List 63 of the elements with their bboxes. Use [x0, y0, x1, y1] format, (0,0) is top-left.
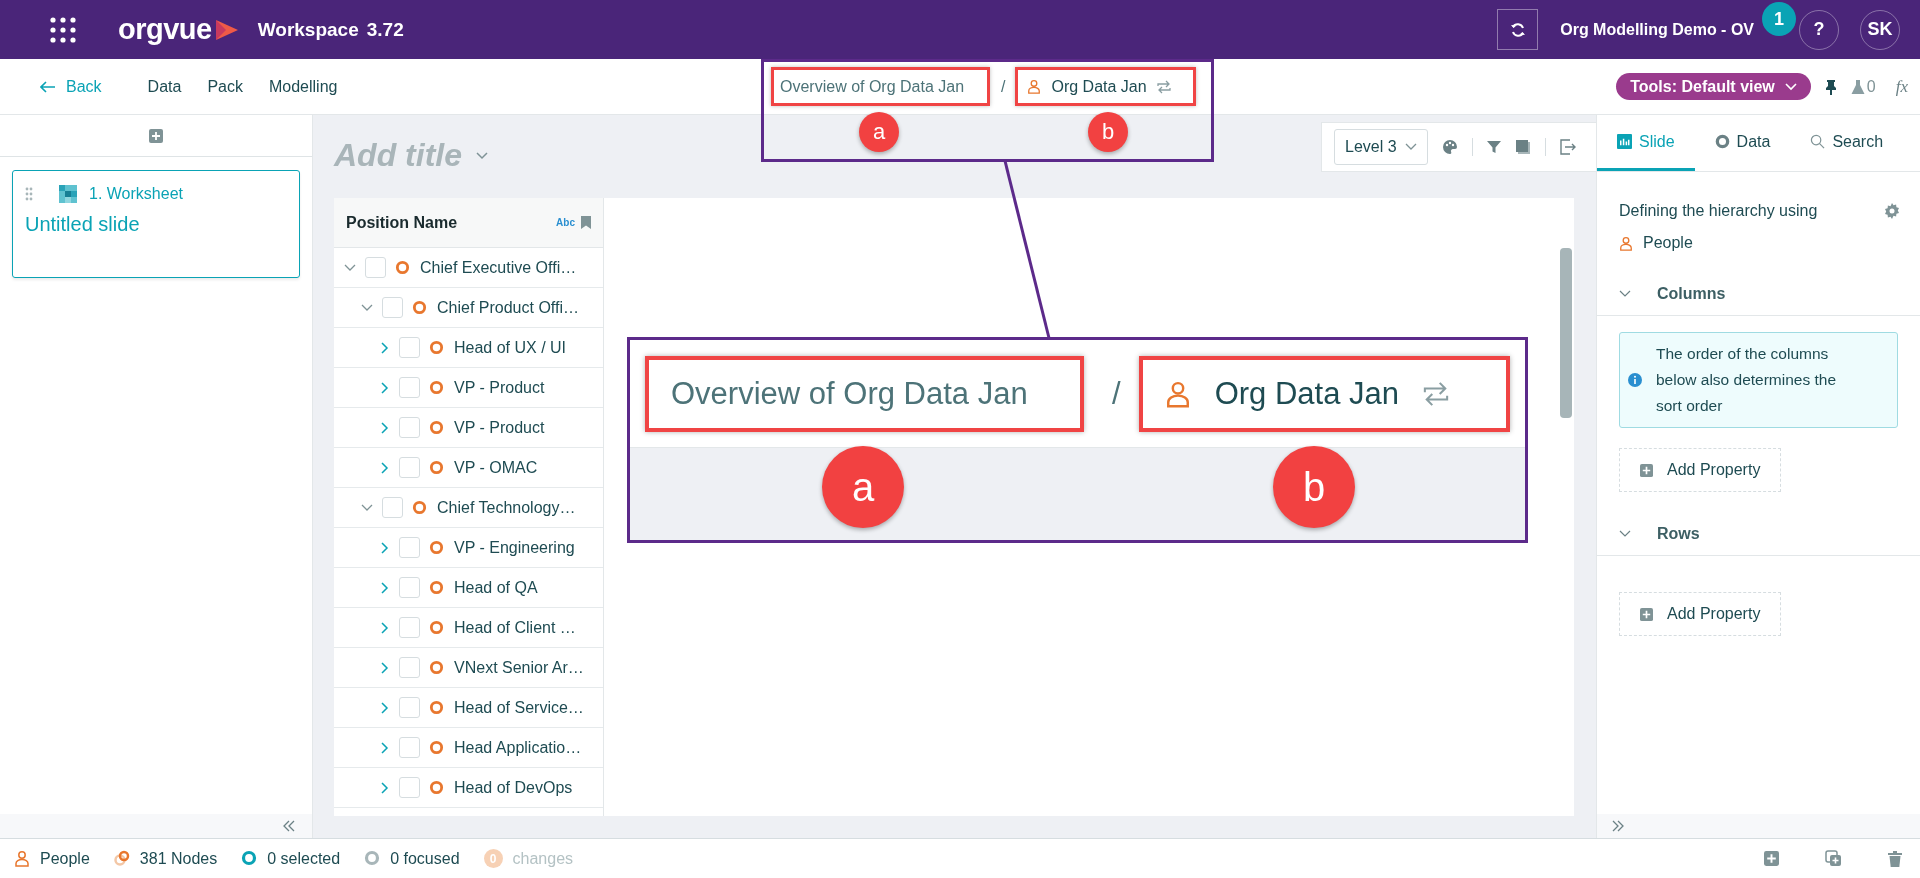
status-text: 381 Nodes — [139, 849, 218, 868]
position-name: Head of Client … — [454, 618, 576, 637]
position-name: VNext Senior Ar… — [454, 658, 584, 677]
status-text: changes — [512, 849, 574, 868]
position-name: VP - Product — [454, 378, 545, 397]
tree-row[interactable]: VP - Product — [334, 408, 603, 448]
text-type-tag: Abc — [556, 217, 575, 228]
tree-row[interactable]: Head of Service… — [334, 688, 603, 728]
panel-tab[interactable]: Data — [1694, 115, 1791, 171]
tree-row[interactable]: Head of QA — [334, 568, 603, 608]
status-text: 0 selected — [267, 849, 341, 868]
position-name: VP - OMAC — [454, 458, 538, 477]
nav-menu-item[interactable]: Pack — [207, 77, 243, 96]
position-name: Head Applicatio… — [454, 738, 582, 757]
position-name: Head of Service… — [454, 698, 584, 717]
dataset-name: Org Data Jan — [1214, 375, 1399, 412]
tree-row[interactable]: Chief Executive Offi… — [334, 248, 603, 288]
status-text: 0 focused — [390, 849, 460, 868]
nav-menu-item[interactable]: Data — [147, 77, 182, 96]
changes-count-badge: 0 — [483, 849, 503, 868]
tree-row[interactable]: Head of Client … — [334, 608, 603, 648]
dataset-name[interactable]: Org Data Jan — [1051, 77, 1147, 96]
tree-row[interactable]: Chief Technology… — [334, 488, 603, 528]
position-name: Chief Technology… — [437, 498, 576, 517]
position-name: VP - Engineering — [454, 538, 575, 557]
add-property-button[interactable]: Add Property — [1619, 592, 1782, 636]
tree-row[interactable]: Head of UX / UI — [334, 328, 603, 368]
tree-row[interactable]: VP - Engineering — [334, 528, 603, 568]
tree-row[interactable]: Chief Product Offi… — [334, 288, 603, 328]
section-title[interactable]: Rows — [1657, 524, 1700, 543]
add-property-button[interactable]: Add Property — [1619, 448, 1782, 492]
nav-menu-item[interactable]: Modelling — [268, 77, 338, 96]
formula-button[interactable]: fx — [1895, 76, 1908, 97]
app-logo: orgvue — [118, 13, 212, 46]
slide-type-label: 1. Worksheet — [89, 185, 183, 203]
product-name: Workspace — [257, 18, 359, 41]
panel-tab[interactable]: Search — [1790, 115, 1904, 171]
column-header[interactable]: Position Name — [346, 213, 458, 232]
flask-count: 0 — [1866, 77, 1876, 96]
info-text: The order of the columns below also determines the sort order — [1656, 344, 1838, 416]
position-name: Head of DevOps — [454, 778, 573, 797]
tree-row[interactable]: VP - OMAC — [334, 448, 603, 488]
level-dropdown[interactable]: Level 3 — [1334, 129, 1428, 165]
project-name: Org Modelling Demo - OV — [1560, 20, 1754, 39]
version-label: 3.72 — [366, 18, 404, 41]
tree-row[interactable]: Head Applicatio… — [334, 728, 603, 768]
position-name: VP - Product — [454, 418, 545, 437]
breadcrumb-separator: / — [1001, 77, 1006, 96]
position-name: Head of UX / UI — [454, 338, 567, 357]
breadcrumb-link[interactable]: Overview of Org Data Jan — [770, 77, 991, 96]
hierarchy-source: People — [1643, 234, 1693, 252]
position-name: Chief Product Offi… — [437, 298, 579, 317]
section-title[interactable]: Columns — [1657, 284, 1726, 303]
slide-title: Untitled slide — [25, 213, 141, 236]
hierarchy-label: Defining the hierarchy using — [1619, 202, 1818, 220]
position-name: Chief Executive Offi… — [420, 258, 577, 277]
status-text: People — [40, 849, 90, 868]
tree-row[interactable]: VNext Senior Ar… — [334, 648, 603, 688]
tree-row[interactable]: VP - Product — [334, 368, 603, 408]
position-name: Head of QA — [454, 578, 538, 597]
tree-row[interactable]: Head of DevOps — [334, 768, 603, 808]
tools-dropdown[interactable]: Tools: Default view — [1616, 73, 1811, 100]
breadcrumb-separator: / — [1112, 375, 1121, 412]
